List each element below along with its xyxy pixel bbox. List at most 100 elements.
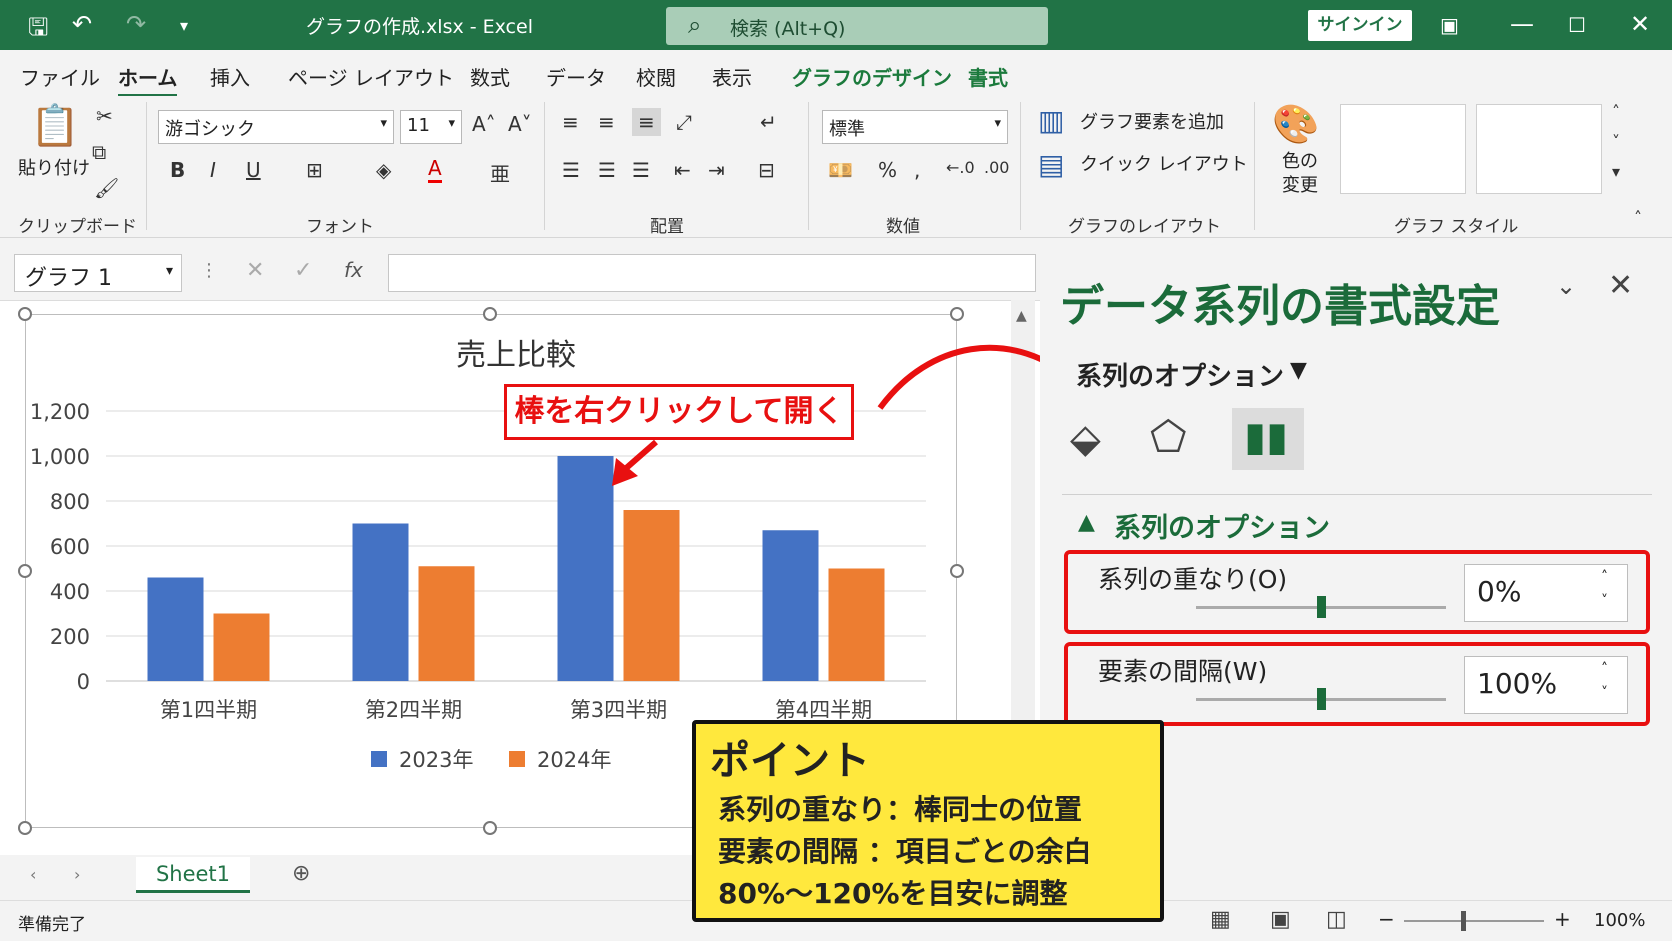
formula-input[interactable] — [388, 254, 1036, 292]
tab-view[interactable]: 表示 — [712, 62, 752, 91]
copy-icon[interactable]: ⧉ — [92, 140, 106, 164]
italic-icon[interactable]: I — [210, 158, 216, 182]
resize-handle[interactable] — [18, 564, 32, 578]
chevron-up-icon[interactable]: ˄ — [1612, 102, 1620, 121]
tab-format[interactable]: 書式 — [968, 62, 1008, 91]
currency-icon[interactable]: 💴 — [828, 158, 853, 182]
phonetic-icon[interactable]: 亜 — [490, 158, 510, 187]
tab-formulas[interactable]: 数式 — [470, 62, 510, 91]
overlap-input[interactable]: 0% ˄ ˅ — [1464, 564, 1628, 622]
signin-button[interactable]: サインイン — [1308, 10, 1412, 41]
add-sheet-icon[interactable]: ⊕ — [292, 861, 310, 886]
resize-handle[interactable] — [483, 821, 497, 835]
series-options-tab[interactable]: ▮▮ — [1232, 408, 1304, 470]
cut-icon[interactable]: ✂ — [96, 104, 113, 128]
font-size-select[interactable]: 11 ▾ — [400, 110, 462, 144]
paste-icon[interactable]: 📋 — [30, 102, 80, 149]
minimize-icon[interactable]: — — [1510, 10, 1534, 38]
resize-handle[interactable] — [483, 307, 497, 321]
resize-handle[interactable] — [950, 564, 964, 578]
align-right-icon[interactable]: ☰ — [632, 158, 650, 182]
spin-up-icon[interactable]: ˄ — [1601, 661, 1608, 677]
overlap-slider-knob[interactable] — [1317, 596, 1326, 618]
zoom-out-icon[interactable]: − — [1378, 907, 1395, 931]
tab-data[interactable]: データ — [546, 62, 606, 91]
zoom-in-icon[interactable]: + — [1554, 907, 1571, 931]
effects-pentagon-icon[interactable]: ⬠ — [1150, 412, 1187, 461]
maximize-icon[interactable]: ☐ — [1568, 13, 1586, 37]
zoom-slider[interactable] — [1404, 920, 1544, 922]
enter-icon[interactable]: ✓ — [294, 258, 312, 283]
spin-down-icon[interactable]: ˅ — [1601, 685, 1608, 701]
increase-decimal-icon[interactable]: ←.0 — [946, 158, 975, 177]
align-bottom-icon[interactable]: ≡ — [632, 108, 661, 136]
prev-sheet-icon[interactable]: ‹ — [30, 865, 36, 884]
quick-layout-icon[interactable]: ▤ — [1038, 148, 1064, 181]
sheet-tab-sheet1[interactable]: Sheet1 — [136, 857, 250, 893]
zoom-level[interactable]: 100% — [1594, 910, 1645, 931]
tab-file[interactable]: ファイル — [20, 62, 100, 91]
tab-review[interactable]: 校閲 — [636, 62, 676, 91]
merge-center-icon[interactable]: ⊟ — [758, 158, 775, 182]
collapse-triangle-icon[interactable]: ▲ — [1078, 510, 1095, 535]
comma-icon[interactable]: , — [914, 158, 920, 182]
align-top-icon[interactable]: ≡ — [562, 110, 579, 134]
borders-icon[interactable]: ⊞ — [306, 158, 323, 182]
close-icon[interactable]: ✕ — [1630, 10, 1650, 38]
chart-style-thumb-1[interactable] — [1340, 104, 1466, 194]
resize-handle[interactable] — [950, 307, 964, 321]
spin-down-icon[interactable]: ˅ — [1601, 593, 1608, 609]
align-left-icon[interactable]: ☰ — [562, 158, 580, 182]
redo-icon[interactable]: ↷ — [126, 10, 146, 38]
tab-page-layout[interactable]: ページ レイアウト — [288, 62, 454, 91]
add-chart-element-button[interactable]: グラフ要素を追加 — [1080, 108, 1224, 134]
cancel-icon[interactable]: ✕ — [246, 258, 264, 283]
align-center-icon[interactable]: ☰ — [598, 158, 616, 182]
chevron-down-icon[interactable]: ▼ — [1290, 358, 1307, 383]
tab-home[interactable]: ホーム — [118, 62, 178, 97]
fill-color-icon[interactable]: ◈ — [376, 158, 391, 182]
ribbon-display-icon[interactable]: ▣ — [1440, 13, 1459, 37]
fill-line-icon[interactable]: ⬙ — [1070, 416, 1101, 462]
gallery-more-icon[interactable]: ▾ — [1612, 162, 1620, 181]
decrease-decimal-icon[interactable]: .00 — [984, 158, 1009, 177]
page-break-view-icon[interactable]: ◫ — [1326, 907, 1347, 932]
quick-layout-button[interactable]: クイック レイアウト — [1080, 150, 1248, 176]
undo-icon[interactable]: ↶ — [72, 10, 92, 38]
decrease-font-icon[interactable]: A˅ — [508, 112, 532, 136]
bold-icon[interactable]: B — [170, 158, 185, 182]
change-colors-button[interactable]: 色の変更 — [1276, 150, 1324, 198]
number-format-select[interactable]: 標準 ▾ — [822, 110, 1008, 144]
series-options-dropdown[interactable]: 系列のオプション — [1076, 356, 1284, 393]
next-sheet-icon[interactable]: › — [74, 865, 80, 884]
font-name-select[interactable]: 游ゴシック ▾ — [158, 110, 394, 144]
chevron-down-icon[interactable]: ˅ — [1612, 132, 1620, 151]
format-painter-icon[interactable]: 🖌 — [94, 176, 119, 200]
decrease-indent-icon[interactable]: ⇤ — [674, 158, 691, 182]
underline-icon[interactable]: U — [246, 158, 261, 182]
scroll-up-icon[interactable]: ▲ — [1016, 308, 1027, 324]
normal-view-icon[interactable]: ▦ — [1210, 907, 1231, 932]
gap-slider-knob[interactable] — [1317, 688, 1326, 710]
zoom-slider-knob[interactable] — [1461, 911, 1466, 931]
close-pane-icon[interactable]: ✕ — [1608, 268, 1633, 303]
paste-button-label[interactable]: 貼り付け — [18, 154, 90, 180]
customize-qat-icon[interactable]: ▾ — [180, 16, 188, 35]
insert-function-icon[interactable]: fx — [344, 258, 363, 282]
orientation-icon[interactable]: ⤢ — [676, 110, 692, 134]
palette-icon[interactable]: 🎨 — [1272, 102, 1319, 147]
font-color-icon[interactable]: A — [428, 156, 442, 183]
increase-indent-icon[interactable]: ⇥ — [708, 158, 725, 182]
chevron-down-icon[interactable]: ⌄ — [1556, 272, 1576, 300]
add-chart-element-icon[interactable]: ▥ — [1038, 104, 1064, 137]
spin-up-icon[interactable]: ˄ — [1601, 569, 1608, 585]
percent-icon[interactable]: % — [878, 158, 897, 182]
resize-handle[interactable] — [18, 307, 32, 321]
collapse-ribbon-icon[interactable]: ˄ — [1634, 208, 1642, 227]
increase-font-icon[interactable]: A˄ — [472, 112, 496, 136]
name-box[interactable]: グラフ 1 ▾ — [14, 254, 182, 292]
save-icon[interactable]: 🖫 — [28, 10, 48, 51]
search-box[interactable]: ⌕ 検索 (Alt+Q) — [666, 7, 1048, 45]
wrap-text-icon[interactable]: ↵ — [760, 110, 777, 134]
gap-input[interactable]: 100% ˄ ˅ — [1464, 656, 1628, 714]
